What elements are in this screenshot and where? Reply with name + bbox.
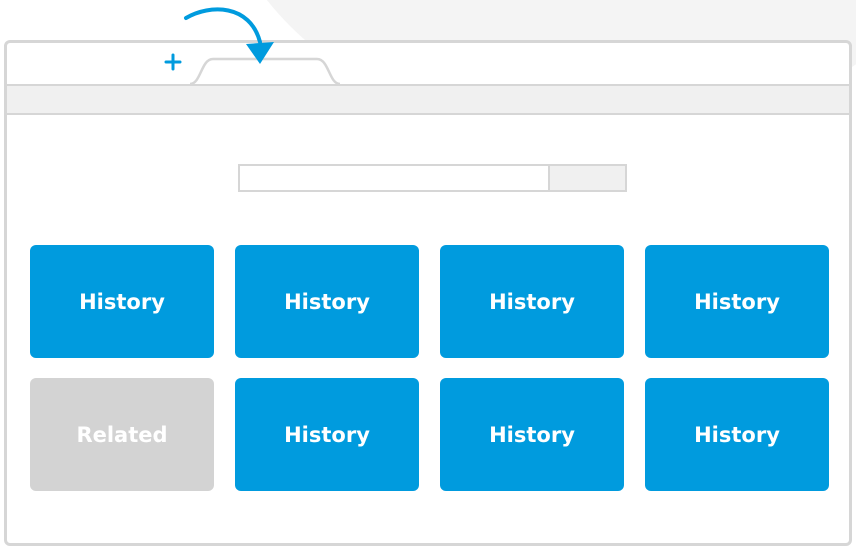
tile-label: History bbox=[284, 422, 370, 447]
tile-history[interactable]: History bbox=[30, 245, 214, 358]
toolbar bbox=[7, 84, 849, 115]
tile-label: History bbox=[284, 289, 370, 314]
tile-label: History bbox=[489, 289, 575, 314]
browser-window: History History History History Related … bbox=[4, 40, 852, 546]
tile-label: Related bbox=[76, 422, 168, 447]
tile-history[interactable]: History bbox=[235, 378, 419, 491]
tile-history[interactable]: History bbox=[440, 378, 624, 491]
tile-label: History bbox=[694, 289, 780, 314]
search-button[interactable] bbox=[550, 164, 627, 192]
tile-history[interactable]: History bbox=[235, 245, 419, 358]
tile-history[interactable]: History bbox=[645, 245, 829, 358]
tile-label: History bbox=[79, 289, 165, 314]
tile-history[interactable]: History bbox=[645, 378, 829, 491]
tile-label: History bbox=[489, 422, 575, 447]
tab-strip bbox=[189, 57, 341, 86]
tile-history[interactable]: History bbox=[440, 245, 624, 358]
tile-label: History bbox=[694, 422, 780, 447]
search-input[interactable] bbox=[238, 164, 550, 192]
illustration: History History History History Related … bbox=[0, 0, 856, 549]
curved-arrow-icon bbox=[184, 7, 274, 64]
tile-related[interactable]: Related bbox=[30, 378, 214, 491]
